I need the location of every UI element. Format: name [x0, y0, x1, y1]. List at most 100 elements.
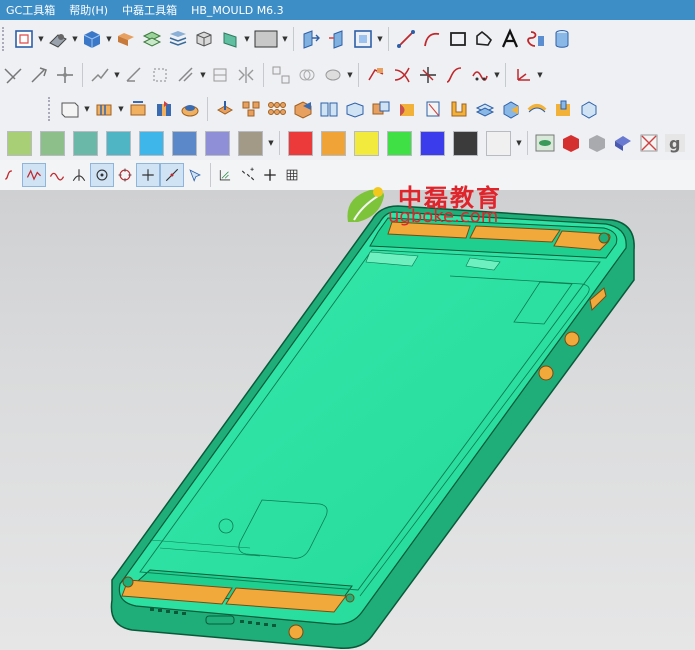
color-swatch[interactable]	[205, 130, 230, 156]
object-icon[interactable]	[191, 26, 217, 52]
subtract-icon[interactable]	[394, 96, 420, 122]
point-on-curve-icon[interactable]	[22, 163, 46, 187]
csys-icon[interactable]	[510, 62, 536, 88]
pattern-feature-icon[interactable]	[238, 96, 264, 122]
chevron-down-icon[interactable]: ▼	[515, 130, 523, 156]
menu-item-zhonglei-toolbox[interactable]: 中磊工具箱	[122, 2, 177, 18]
color-swatch[interactable]	[40, 130, 65, 156]
offset-face-icon[interactable]	[472, 96, 498, 122]
color-swatch[interactable]	[354, 130, 379, 156]
pattern-icon[interactable]	[268, 62, 294, 88]
view-triad-icon[interactable]	[298, 26, 324, 52]
filter-icon[interactable]	[215, 164, 237, 186]
chevron-down-icon[interactable]: ▼	[376, 26, 384, 52]
line-point-icon[interactable]	[160, 163, 184, 187]
color-box-icon[interactable]	[251, 26, 281, 52]
replace-face-icon[interactable]	[498, 96, 524, 122]
sketch-tools-icon[interactable]	[87, 62, 113, 88]
chevron-down-icon[interactable]: ▼	[113, 62, 121, 88]
menu-item-gc-toolbox[interactable]: GC工具箱	[6, 2, 55, 18]
toolbar-grip[interactable]	[48, 97, 54, 121]
text-g-icon[interactable]: g	[662, 130, 688, 156]
toolbar-grip[interactable]	[2, 27, 8, 51]
curve-icon[interactable]	[363, 62, 389, 88]
extrude-icon[interactable]	[91, 96, 117, 122]
trim-icon[interactable]	[0, 62, 26, 88]
part-icon[interactable]	[113, 26, 139, 52]
menu-item-hb-mould[interactable]: HB_MOULD M6.3	[191, 4, 284, 17]
chevron-down-icon[interactable]: ▼	[243, 26, 251, 52]
dimension-icon[interactable]	[121, 62, 147, 88]
arc-icon[interactable]	[419, 26, 445, 52]
show-hide-icon[interactable]	[532, 130, 558, 156]
constraint-icon[interactable]	[173, 62, 199, 88]
spline-shape-icon[interactable]	[471, 26, 497, 52]
wave-icon[interactable]	[46, 164, 68, 186]
chevron-down-icon[interactable]: ▼	[105, 26, 113, 52]
color-swatch[interactable]	[139, 130, 164, 156]
chevron-down-icon[interactable]: ▼	[117, 96, 125, 122]
color-swatch[interactable]	[321, 130, 346, 156]
rectangle-icon[interactable]	[445, 26, 471, 52]
center-point-icon[interactable]	[90, 163, 114, 187]
circle-point-icon[interactable]	[114, 164, 136, 186]
line-icon[interactable]	[393, 26, 419, 52]
graphics-window[interactable]: 中磊教育 ugboke.com	[0, 183, 695, 650]
chevron-down-icon[interactable]: ▼	[281, 26, 289, 52]
block-icon[interactable]	[342, 96, 368, 122]
zoom-fit-icon[interactable]	[11, 26, 37, 52]
red-cube-icon[interactable]	[558, 130, 584, 156]
view-orient-icon[interactable]	[45, 26, 71, 52]
hole-icon[interactable]	[151, 96, 177, 122]
offset-icon[interactable]	[294, 62, 320, 88]
chevron-down-icon[interactable]: ▼	[493, 62, 501, 88]
surface-curve-icon[interactable]	[441, 62, 467, 88]
fillet-tool-icon[interactable]	[320, 62, 346, 88]
measure-icon[interactable]	[523, 26, 549, 52]
intersect-icon[interactable]	[389, 62, 415, 88]
color-swatch[interactable]	[288, 130, 313, 156]
cylinder-icon[interactable]	[549, 26, 575, 52]
shaded-cube-icon[interactable]	[79, 26, 105, 52]
menu-item-help[interactable]: 帮助(H)	[69, 2, 108, 18]
color-swatch[interactable]	[106, 130, 131, 156]
align-icon[interactable]	[207, 62, 233, 88]
chevron-down-icon[interactable]: ▼	[267, 130, 275, 156]
revolve-icon[interactable]	[125, 96, 151, 122]
color-swatch[interactable]	[73, 130, 98, 156]
color-swatch[interactable]	[7, 130, 32, 156]
color-swatch[interactable]	[238, 130, 263, 156]
box-icon[interactable]	[290, 96, 316, 122]
boss-icon[interactable]	[177, 96, 203, 122]
shell-icon[interactable]	[420, 96, 446, 122]
layer-stack-icon[interactable]	[165, 26, 191, 52]
section-icon[interactable]	[217, 26, 243, 52]
blue-cube-icon[interactable]	[610, 130, 636, 156]
tube-icon[interactable]	[524, 96, 550, 122]
angle-dim-icon[interactable]	[147, 62, 173, 88]
color-swatch[interactable]	[172, 130, 197, 156]
pocket-icon[interactable]	[212, 96, 238, 122]
union-icon[interactable]	[368, 96, 394, 122]
color-swatch[interactable]	[420, 130, 445, 156]
view-triad2-icon[interactable]	[324, 26, 350, 52]
grey-cube-icon[interactable]	[584, 130, 610, 156]
chevron-down-icon[interactable]: ▼	[346, 62, 354, 88]
color-swatch[interactable]	[486, 130, 511, 156]
grid-icon[interactable]	[281, 164, 303, 186]
sweep-icon[interactable]	[550, 96, 576, 122]
bridge-icon[interactable]	[415, 62, 441, 88]
intersection-point-icon[interactable]	[68, 164, 90, 186]
text-icon[interactable]	[497, 26, 523, 52]
points-icon[interactable]	[237, 164, 259, 186]
rib-icon[interactable]	[264, 96, 290, 122]
mirror-icon[interactable]	[233, 62, 259, 88]
curve-snap-icon[interactable]	[0, 164, 22, 186]
chevron-down-icon[interactable]: ▼	[71, 26, 79, 52]
analysis-icon[interactable]	[467, 62, 493, 88]
plus-icon[interactable]	[259, 164, 281, 186]
color-swatch[interactable]	[453, 130, 478, 156]
extend-icon[interactable]	[26, 62, 52, 88]
chevron-down-icon[interactable]: ▼	[83, 96, 91, 122]
datum-plane-icon[interactable]	[57, 96, 83, 122]
